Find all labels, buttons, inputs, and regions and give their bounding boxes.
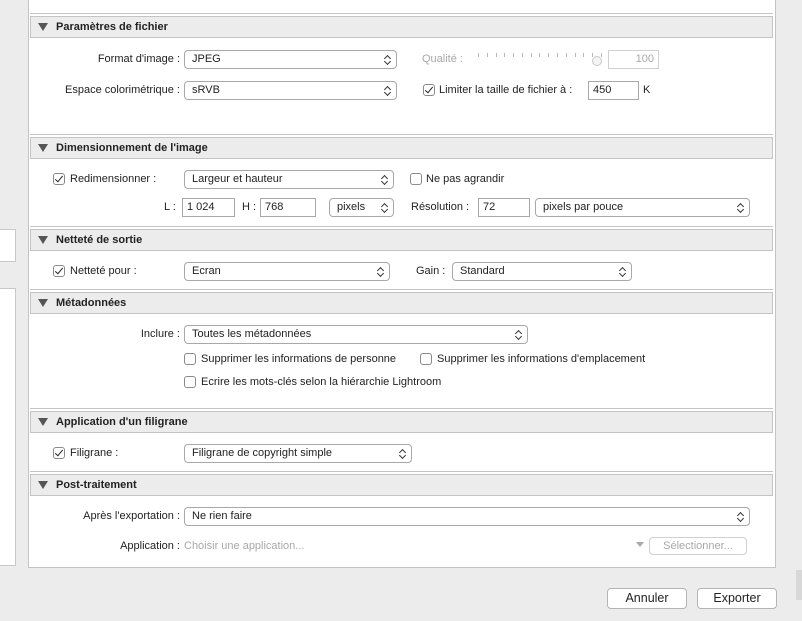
section-sizing-header[interactable]: Dimensionnement de l'image bbox=[30, 137, 773, 159]
resize-checkbox[interactable] bbox=[53, 173, 65, 185]
limit-size-checkbox[interactable] bbox=[423, 84, 435, 96]
divider bbox=[30, 408, 773, 409]
quality-slider[interactable] bbox=[478, 56, 602, 60]
watermark-value: Filigrane de copyright simple bbox=[192, 447, 333, 459]
remove-person-label: Supprimer les informations de personne bbox=[201, 353, 397, 365]
section-title: Dimensionnement de l'image bbox=[56, 142, 208, 154]
divider bbox=[30, 226, 773, 227]
updown-chevron-icon bbox=[377, 265, 385, 278]
remove-person-checkbox[interactable] bbox=[184, 353, 196, 365]
updown-chevron-icon bbox=[619, 265, 627, 278]
dropdown-arrow-icon[interactable] bbox=[636, 542, 644, 547]
quality-input[interactable]: 100 bbox=[608, 50, 659, 69]
sharpen-value: Ecran bbox=[192, 265, 221, 277]
resize-mode-select[interactable]: Largeur et hauteur bbox=[184, 170, 394, 189]
updown-chevron-icon bbox=[515, 328, 523, 341]
updown-chevron-icon bbox=[737, 201, 745, 214]
hierarchy-label: Ecrire les mots-clés selon la hiérarchie… bbox=[201, 376, 442, 388]
section-file-settings-header[interactable]: Paramètres de fichier bbox=[30, 16, 773, 38]
format-label: Format d'image : bbox=[97, 53, 180, 65]
application-placeholder[interactable]: Choisir une application... bbox=[184, 540, 304, 552]
quality-label: Qualité : bbox=[422, 53, 463, 65]
sharpen-checkbox[interactable] bbox=[53, 265, 65, 277]
include-value: Toutes les métadonnées bbox=[192, 328, 312, 340]
section-title: Post-traitement bbox=[56, 479, 137, 491]
section-sharpening-header[interactable]: Netteté de sortie bbox=[30, 229, 773, 251]
width-label: L : bbox=[164, 201, 176, 213]
limit-size-input[interactable]: 450 bbox=[588, 81, 639, 100]
divider bbox=[30, 471, 773, 472]
section-metadata-header[interactable]: Métadonnées bbox=[30, 292, 773, 314]
colorspace-value: sRVB bbox=[192, 84, 220, 96]
disclosure-triangle-icon[interactable] bbox=[38, 481, 48, 489]
width-input[interactable]: 1 024 bbox=[182, 198, 235, 217]
left-panel-edge bbox=[0, 229, 16, 262]
disclosure-triangle-icon[interactable] bbox=[38, 236, 48, 244]
colorspace-label: Espace colorimétrique : bbox=[65, 84, 180, 96]
format-select[interactable]: JPEG bbox=[184, 50, 397, 69]
resolution-unit-select[interactable]: pixels par pouce bbox=[535, 198, 750, 217]
no-enlarge-checkbox[interactable] bbox=[410, 173, 422, 185]
divider bbox=[30, 134, 773, 135]
updown-chevron-icon bbox=[381, 173, 389, 186]
gain-value: Standard bbox=[460, 265, 505, 277]
window-edge bbox=[796, 570, 802, 600]
resolution-input[interactable]: 72 bbox=[478, 198, 530, 217]
section-title: Netteté de sortie bbox=[56, 234, 143, 246]
limit-size-label: Limiter la taille de fichier à : bbox=[439, 84, 573, 96]
watermark-label: Filigrane : bbox=[70, 447, 119, 459]
no-enlarge-label: Ne pas agrandir bbox=[426, 173, 505, 185]
updown-chevron-icon bbox=[399, 447, 407, 460]
after-export-select[interactable]: Ne rien faire bbox=[184, 507, 750, 526]
disclosure-triangle-icon[interactable] bbox=[38, 144, 48, 152]
choose-application-button[interactable]: Sélectionner... bbox=[649, 537, 747, 555]
updown-chevron-icon bbox=[384, 53, 392, 66]
resize-label: Redimensionner : bbox=[70, 173, 157, 185]
gain-select[interactable]: Standard bbox=[452, 262, 632, 281]
gain-label: Gain : bbox=[416, 265, 446, 277]
resize-mode-value: Largeur et hauteur bbox=[192, 173, 283, 185]
remove-location-label: Supprimer les informations d'emplacement bbox=[437, 353, 646, 365]
resolution-label: Résolution : bbox=[411, 201, 470, 213]
cancel-button[interactable]: Annuler bbox=[607, 588, 687, 609]
after-export-value: Ne rien faire bbox=[192, 510, 252, 522]
section-watermark-header[interactable]: Application d'un filigrane bbox=[30, 411, 773, 433]
unit-select[interactable]: pixels bbox=[329, 198, 394, 217]
disclosure-triangle-icon[interactable] bbox=[38, 299, 48, 307]
left-panel-edge bbox=[0, 288, 16, 566]
watermark-checkbox[interactable] bbox=[53, 447, 65, 459]
section-title: Paramètres de fichier bbox=[56, 21, 168, 33]
height-input[interactable]: 768 bbox=[260, 198, 316, 217]
divider bbox=[30, 13, 773, 14]
include-label: Inclure : bbox=[140, 328, 180, 340]
unit-value: pixels bbox=[337, 201, 366, 213]
section-post-processing-header[interactable]: Post-traitement bbox=[30, 474, 773, 496]
limit-unit-label: K bbox=[643, 84, 651, 96]
format-value: JPEG bbox=[192, 53, 221, 65]
colorspace-select[interactable]: sRVB bbox=[184, 81, 397, 100]
export-button[interactable]: Exporter bbox=[697, 588, 777, 609]
section-title: Application d'un filigrane bbox=[56, 416, 188, 428]
updown-chevron-icon bbox=[737, 510, 745, 523]
section-title: Métadonnées bbox=[56, 297, 127, 309]
application-label: Application : bbox=[120, 540, 180, 552]
disclosure-triangle-icon[interactable] bbox=[38, 418, 48, 426]
hierarchy-checkbox[interactable] bbox=[184, 376, 196, 388]
watermark-select[interactable]: Filigrane de copyright simple bbox=[184, 444, 412, 463]
include-select[interactable]: Toutes les métadonnées bbox=[184, 325, 528, 344]
disclosure-triangle-icon[interactable] bbox=[38, 23, 48, 31]
after-export-label: Après l'exportation : bbox=[83, 510, 180, 522]
remove-location-checkbox[interactable] bbox=[420, 353, 432, 365]
sharpen-label: Netteté pour : bbox=[70, 265, 137, 277]
resolution-unit-value: pixels par pouce bbox=[543, 201, 624, 213]
sharpen-for-select[interactable]: Ecran bbox=[184, 262, 390, 281]
divider bbox=[30, 289, 773, 290]
updown-chevron-icon bbox=[381, 201, 389, 214]
updown-chevron-icon bbox=[384, 84, 392, 97]
height-label: H : bbox=[242, 201, 257, 213]
quality-slider-thumb[interactable] bbox=[592, 56, 602, 66]
